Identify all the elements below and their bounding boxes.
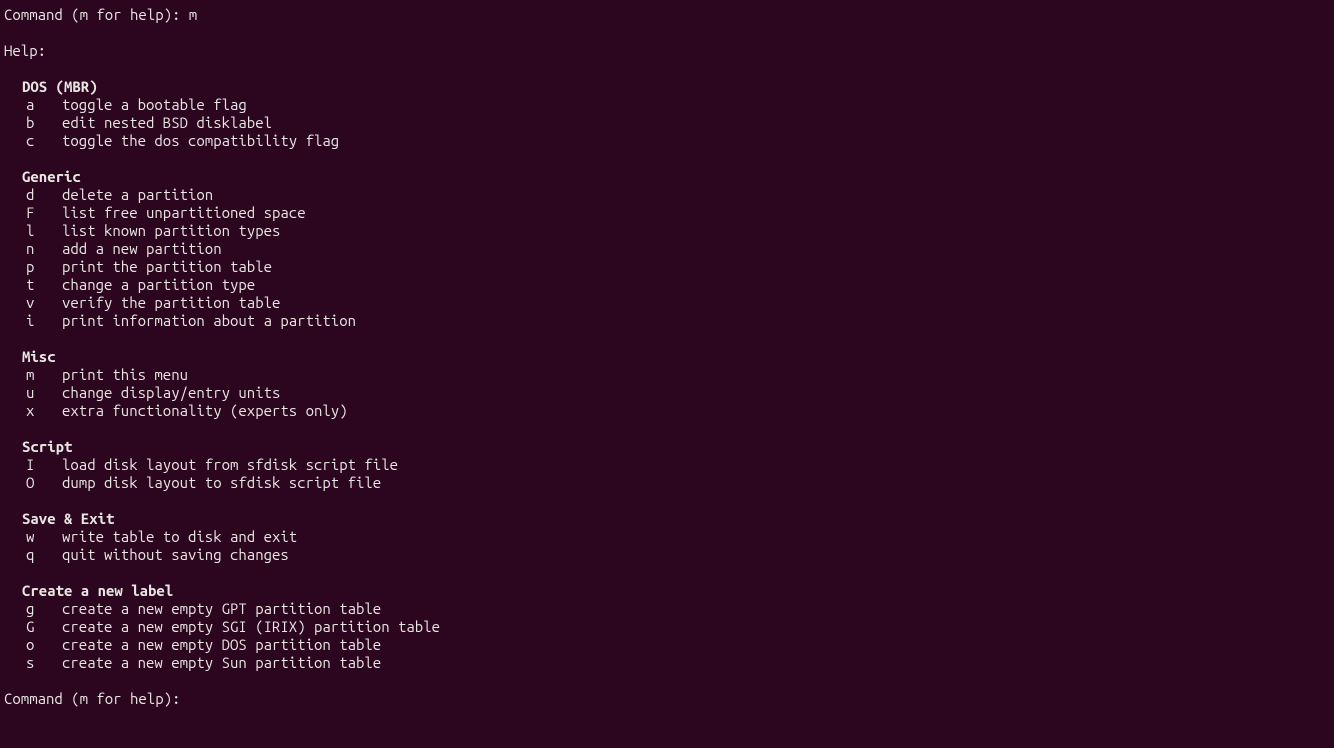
help-key: a <box>26 96 35 114</box>
help-key: n <box>26 240 35 258</box>
blank-line <box>4 672 1330 690</box>
help-item: a toggle a bootable flag <box>26 96 1330 114</box>
help-item: Flist free unpartitioned space <box>26 204 1330 222</box>
help-description: print the partition table <box>62 258 272 275</box>
help-description: extra functionality (experts only) <box>62 402 348 419</box>
help-key: I <box>26 456 35 474</box>
help-item: s create a new empty Sun partition table <box>26 654 1330 672</box>
command-prompt-active[interactable]: Command (m for help): <box>4 690 1330 708</box>
help-key: t <box>26 276 35 294</box>
help-description: quit without saving changes <box>62 546 289 563</box>
help-item: p print the partition table <box>26 258 1330 276</box>
help-key: o <box>26 636 35 654</box>
help-item: w write table to disk and exit <box>26 528 1330 546</box>
help-description: change display/entry units <box>62 384 280 401</box>
section-title: Create a new label <box>22 582 1330 600</box>
help-key: F <box>26 204 35 222</box>
help-item: d delete a partition <box>26 186 1330 204</box>
help-key: x <box>26 402 35 420</box>
help-item: Odump disk layout to sfdisk script file <box>26 474 1330 492</box>
help-description: delete a partition <box>62 186 213 203</box>
help-sections: DOS (MBR)a toggle a bootable flag b edit ne… <box>4 78 1330 672</box>
help-item: c toggle the dos compatibility flag <box>26 132 1330 150</box>
help-item: Gcreate a new empty SGI (IRIX) partition… <box>26 618 1330 636</box>
command-prompt-executed: Command (m for help): m <box>4 6 1330 24</box>
help-description: write table to disk and exit <box>62 528 297 545</box>
help-description: list known partition types <box>62 222 280 239</box>
help-item: m print this menu <box>26 366 1330 384</box>
help-description: dump disk layout to sfdisk script file <box>62 474 381 491</box>
help-description: create a new empty GPT partition table <box>62 600 381 617</box>
help-item: t change a partition type <box>26 276 1330 294</box>
blank-line <box>4 150 1330 168</box>
help-item: n add a new partition <box>26 240 1330 258</box>
help-item: x extra functionality (experts only) <box>26 402 1330 420</box>
help-item: l list known partition types <box>26 222 1330 240</box>
help-key: u <box>26 384 35 402</box>
help-key: v <box>26 294 35 312</box>
help-item: q quit without saving changes <box>26 546 1330 564</box>
help-key: O <box>26 474 35 492</box>
help-key: p <box>26 258 35 276</box>
help-header: Help: <box>4 42 1330 60</box>
blank-line <box>4 564 1330 582</box>
help-description: change a partition type <box>62 276 255 293</box>
help-description: add a new partition <box>62 240 222 257</box>
help-description: toggle a bootable flag <box>62 96 247 113</box>
blank-line <box>4 60 1330 78</box>
help-description: toggle the dos compatibility flag <box>62 132 339 149</box>
help-key: b <box>26 114 35 132</box>
cursor-icon <box>189 691 198 707</box>
help-item: o create a new empty DOS partition table <box>26 636 1330 654</box>
help-item: v verify the partition table <box>26 294 1330 312</box>
help-description: list free unpartitioned space <box>62 204 306 221</box>
help-description: verify the partition table <box>62 294 280 311</box>
help-key: d <box>26 186 35 204</box>
help-description: print this menu <box>62 366 188 383</box>
blank-line <box>4 24 1330 42</box>
help-description: print information about a partition <box>62 312 356 329</box>
terminal-output[interactable]: Command (m for help): m Help: DOS (MBR)a… <box>4 6 1330 708</box>
section-title: Misc <box>22 348 1330 366</box>
help-item: b edit nested BSD disklabel <box>26 114 1330 132</box>
help-item: i print information about a partition <box>26 312 1330 330</box>
help-key: i <box>26 312 35 330</box>
help-description: create a new empty DOS partition table <box>62 636 381 653</box>
help-description: edit nested BSD disklabel <box>62 114 272 131</box>
help-description: load disk layout from sfdisk script file <box>62 456 398 473</box>
help-item: u change display/entry units <box>26 384 1330 402</box>
help-description: create a new empty Sun partition table <box>62 654 381 671</box>
help-key: s <box>26 654 35 672</box>
blank-line <box>4 420 1330 438</box>
help-key: l <box>26 222 35 240</box>
help-description: create a new empty SGI (IRIX) partition … <box>62 618 440 635</box>
section-title: DOS (MBR) <box>22 78 1330 96</box>
help-key: m <box>26 366 35 384</box>
blank-line <box>4 330 1330 348</box>
help-item: Iload disk layout from sfdisk script fil… <box>26 456 1330 474</box>
section-title: Script <box>22 438 1330 456</box>
section-title: Generic <box>22 168 1330 186</box>
help-key: w <box>26 528 35 546</box>
blank-line <box>4 492 1330 510</box>
help-key: q <box>26 546 35 564</box>
help-key: G <box>26 618 35 636</box>
help-key: g <box>26 600 35 618</box>
help-key: c <box>26 132 35 150</box>
help-item: g create a new empty GPT partition table <box>26 600 1330 618</box>
section-title: Save & Exit <box>22 510 1330 528</box>
